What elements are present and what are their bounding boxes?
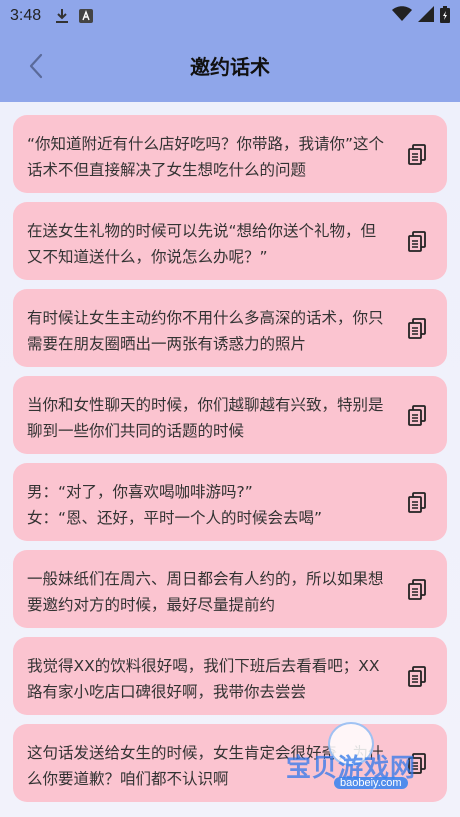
font-app-icon <box>79 9 94 23</box>
status-bar: 3:48 <box>0 0 460 32</box>
copy-icon[interactable] <box>407 753 427 775</box>
list-item[interactable]: 有时候让女生主动约你不用什么多高深的话术，你只需要在朋友圈晒出一两张有诱惑力的照… <box>13 289 447 367</box>
list-item[interactable]: “你知道附近有什么店好吃吗？你带路，我请你”这个话术不但直接解决了女生想吃什么的… <box>13 115 447 193</box>
list-item[interactable]: 男：“对了，你喜欢喝咖啡游吗?” 女：“恩、还好，平时一个人的时候会去喝” <box>13 463 447 541</box>
list-item-text: 男：“对了，你喜欢喝咖啡游吗?” 女：“恩、还好，平时一个人的时候会去喝” <box>27 483 323 527</box>
script-list: “你知道附近有什么店好吃吗？你带路，我请你”这个话术不但直接解决了女生想吃什么的… <box>0 102 460 817</box>
battery-icon <box>440 5 450 27</box>
cellular-icon <box>418 6 434 26</box>
copy-icon[interactable] <box>407 144 427 166</box>
wifi-icon <box>392 6 412 26</box>
app-bar: 邀约话术 <box>0 32 460 102</box>
copy-icon[interactable] <box>407 666 427 688</box>
list-item-text: 一般妹纸们在周六、周日都会有人约的，所以如果想要邀约对方的时候，最好尽量提前约 <box>27 570 384 614</box>
list-item-text: 这句话发送给女生的时候，女生肯定会很好奇，为什么你要道歉？咱们都不认识啊 <box>27 744 384 788</box>
copy-icon[interactable] <box>407 492 427 514</box>
list-item[interactable]: 一般妹纸们在周六、周日都会有人约的，所以如果想要邀约对方的时候，最好尽量提前约 <box>13 550 447 628</box>
copy-icon[interactable] <box>407 579 427 601</box>
list-item-text: 有时候让女生主动约你不用什么多高深的话术，你只需要在朋友圈晒出一两张有诱惑力的照… <box>27 309 384 353</box>
download-icon <box>55 8 69 24</box>
list-item-text: 在送女生礼物的时候可以先说“想给你送个礼物，但又不知道送什么，你说怎么办呢？” <box>27 222 377 266</box>
list-item[interactable]: 当你和女性聊天的时候，你们越聊越有兴致，特别是聊到一些你们共同的话题的时候 <box>13 376 447 454</box>
back-button[interactable] <box>18 46 54 86</box>
chevron-left-icon <box>29 53 43 79</box>
list-item-text: “你知道附近有什么店好吃吗？你带路，我请你”这个话术不但直接解决了女生想吃什么的… <box>27 135 385 179</box>
status-indicators <box>392 5 450 27</box>
page-title: 邀约话术 <box>190 55 270 79</box>
copy-icon[interactable] <box>407 231 427 253</box>
list-item-text: 当你和女性聊天的时候，你们越聊越有兴致，特别是聊到一些你们共同的话题的时候 <box>27 396 384 440</box>
list-item[interactable]: 我觉得XX的饮料很好喝，我们下班后去看看吧；XX路有家小吃店口碑很好啊，我带你去… <box>13 637 447 715</box>
list-item[interactable]: 这句话发送给女生的时候，女生肯定会很好奇，为什么你要道歉？咱们都不认识啊 <box>13 724 447 802</box>
list-item-text: 我觉得XX的饮料很好喝，我们下班后去看看吧；XX路有家小吃店口碑很好啊，我带你去… <box>27 657 380 701</box>
status-time: 3:48 <box>10 7 42 24</box>
copy-icon[interactable] <box>407 405 427 427</box>
list-item[interactable]: 在送女生礼物的时候可以先说“想给你送个礼物，但又不知道送什么，你说怎么办呢？” <box>13 202 447 280</box>
copy-icon[interactable] <box>407 318 427 340</box>
